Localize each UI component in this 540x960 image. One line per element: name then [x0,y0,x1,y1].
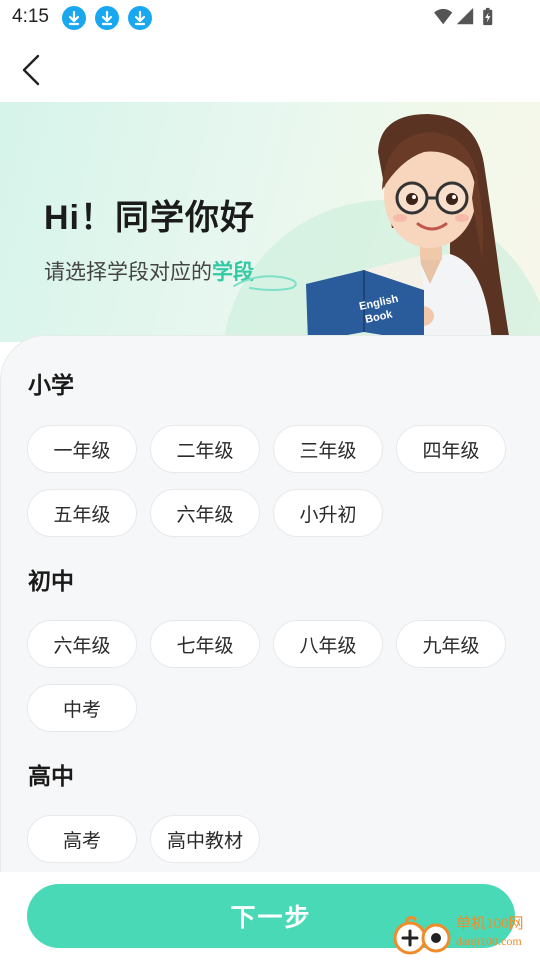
grade-option[interactable]: 七年级 [150,620,260,668]
download-icon [62,6,86,30]
signal-icon [456,7,474,25]
hero-banner: Hi！同学你好 请选择学段对应的学段 English Book [0,102,540,342]
teacher-illustration: English Book [306,114,510,342]
grade-option[interactable]: 四年级 [396,425,506,473]
grade-option[interactable]: 五年级 [27,489,137,537]
grade-option[interactable]: 中考 [27,684,137,732]
battery-charging-icon [483,7,493,26]
grade-option[interactable]: 九年级 [396,620,506,668]
nav-bar [0,36,540,102]
section-title-primary: 小学 [28,372,74,398]
hero-subtitle-prefix: 请选择学段对应的 [44,260,212,284]
grade-option[interactable]: 一年级 [27,425,137,473]
watermark-url: danji100.com [456,934,522,948]
watermark-logo-icon [393,915,451,955]
grade-option[interactable]: 八年级 [273,620,383,668]
chevron-left-icon [22,54,40,86]
status-time: 4:15 [12,6,49,27]
system-status-icons [434,7,493,26]
grade-selection-card [0,335,540,880]
section-title-senior-high: 高中 [28,763,74,789]
status-bar: 4:15 [0,0,540,36]
grade-option[interactable]: 小升初 [273,489,383,537]
grade-option[interactable]: 六年级 [27,620,137,668]
squiggle-decoration [233,275,297,291]
grade-option[interactable]: 高考 [27,815,137,863]
grade-option[interactable]: 六年级 [150,489,260,537]
hero-title: Hi！同学你好 [44,199,255,237]
grade-option[interactable]: 高中教材 [150,815,260,863]
back-button[interactable] [12,48,52,92]
grade-option[interactable]: 二年级 [150,425,260,473]
watermark-text: 单机100网 [456,916,524,932]
section-title-junior-high: 初中 [28,568,74,594]
grade-option[interactable]: 三年级 [273,425,383,473]
watermark: 单机100网 danji100.com [392,912,540,958]
download-icon [128,6,152,30]
hero-subtitle: 请选择学段对应的学段 [44,256,254,286]
wifi-icon [434,8,453,25]
download-icon [95,6,119,30]
